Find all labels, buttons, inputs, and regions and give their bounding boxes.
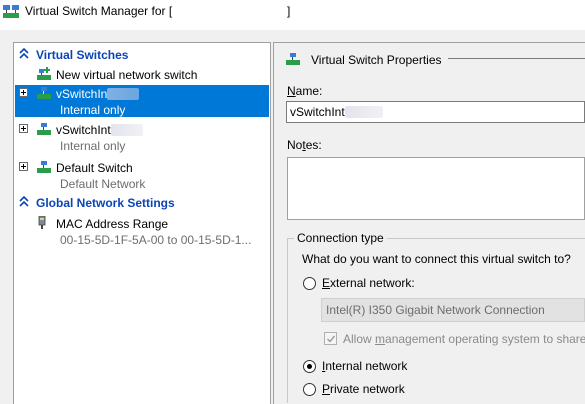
mac-range-value-row: 00-15-5D-1F-5A-00 to 00-15-5D-1... bbox=[14, 232, 270, 248]
notes-textarea[interactable] bbox=[287, 157, 585, 220]
window-title: Virtual Switch Manager for [ bbox=[25, 4, 173, 18]
expand-icon[interactable] bbox=[19, 88, 28, 97]
global-settings-label: Global Network Settings bbox=[36, 196, 175, 210]
switch-type: Internal only bbox=[60, 103, 126, 117]
name-input[interactable]: vSwitchInt bbox=[286, 101, 585, 123]
name-label: Name: bbox=[287, 84, 323, 98]
switch-item-3-type: Default Network bbox=[14, 176, 270, 192]
title-bar: Virtual Switch Manager for [ ] bbox=[0, 0, 585, 30]
switch-item-1[interactable]: vSwitchIn bbox=[14, 86, 270, 102]
header-divider bbox=[448, 58, 585, 59]
new-switch-icon bbox=[37, 67, 51, 80]
external-network-radio[interactable] bbox=[303, 277, 316, 290]
mac-range-item[interactable]: MAC Address Range bbox=[14, 216, 270, 232]
internal-network-radio[interactable] bbox=[303, 360, 316, 373]
virtual-switches-header[interactable]: Virtual Switches bbox=[14, 47, 270, 63]
switch-type: Internal only bbox=[60, 139, 126, 153]
virtual-switch-manager-icon bbox=[3, 5, 19, 18]
redacted-text bbox=[107, 88, 140, 100]
external-network-label[interactable]: External network: bbox=[322, 276, 415, 290]
switch-item-2[interactable]: vSwitchInt bbox=[14, 122, 270, 138]
name-value: vSwitchInt bbox=[290, 105, 345, 119]
mac-range-value: 00-15-5D-1F-5A-00 to 00-15-5D-1... bbox=[60, 233, 252, 247]
navigation-tree: Virtual Switches New virtual network swi… bbox=[13, 42, 271, 404]
mac-range-icon bbox=[38, 216, 46, 229]
switch-name: Default Switch bbox=[56, 161, 133, 175]
switch-type: Default Network bbox=[60, 177, 146, 191]
new-switch-label: New virtual network switch bbox=[56, 68, 198, 82]
mac-range-label: MAC Address Range bbox=[56, 217, 169, 231]
switch-item-1-type: Internal only bbox=[14, 102, 270, 118]
virtual-switch-icon bbox=[37, 161, 51, 173]
expand-icon[interactable] bbox=[19, 162, 28, 171]
virtual-switch-icon bbox=[37, 87, 51, 99]
external-adapter-value: Intel(R) I350 Gigabit Network Connection bbox=[326, 303, 545, 317]
collapse-chevron-icon[interactable] bbox=[19, 48, 29, 60]
switch-item-3[interactable]: Default Switch bbox=[14, 160, 270, 176]
connection-type-label: Connection type bbox=[294, 231, 387, 245]
window-title-tail: ] bbox=[287, 4, 291, 18]
private-network-label[interactable]: Private network bbox=[322, 382, 405, 396]
checkmark-icon bbox=[327, 335, 336, 343]
switch-item-2-type: Internal only bbox=[14, 138, 270, 154]
expand-icon[interactable] bbox=[19, 124, 28, 133]
redacted-text bbox=[110, 124, 143, 136]
virtual-switches-label: Virtual Switches bbox=[36, 48, 129, 62]
internal-network-label[interactable]: Internal network bbox=[322, 359, 407, 373]
external-adapter-select[interactable]: Intel(R) I350 Gigabit Network Connection bbox=[321, 298, 585, 322]
switch-name: vSwitchIn bbox=[56, 87, 108, 101]
virtual-switch-icon bbox=[286, 53, 300, 65]
properties-title: Virtual Switch Properties bbox=[311, 53, 442, 67]
virtual-switch-icon bbox=[37, 123, 51, 135]
notes-label: Notes: bbox=[287, 138, 322, 152]
private-network-radio[interactable] bbox=[303, 383, 316, 396]
connection-question: What do you want to connect this virtual… bbox=[302, 252, 571, 266]
allow-management-checkbox[interactable] bbox=[324, 332, 337, 345]
collapse-chevron-icon[interactable] bbox=[19, 196, 29, 208]
allow-management-label[interactable]: Allow management operating system to sha… bbox=[343, 332, 585, 346]
new-virtual-switch-item[interactable]: New virtual network switch bbox=[14, 67, 270, 83]
switch-name: vSwitchInt bbox=[56, 123, 111, 137]
global-settings-header[interactable]: Global Network Settings bbox=[14, 195, 270, 211]
redacted-text bbox=[344, 106, 383, 118]
